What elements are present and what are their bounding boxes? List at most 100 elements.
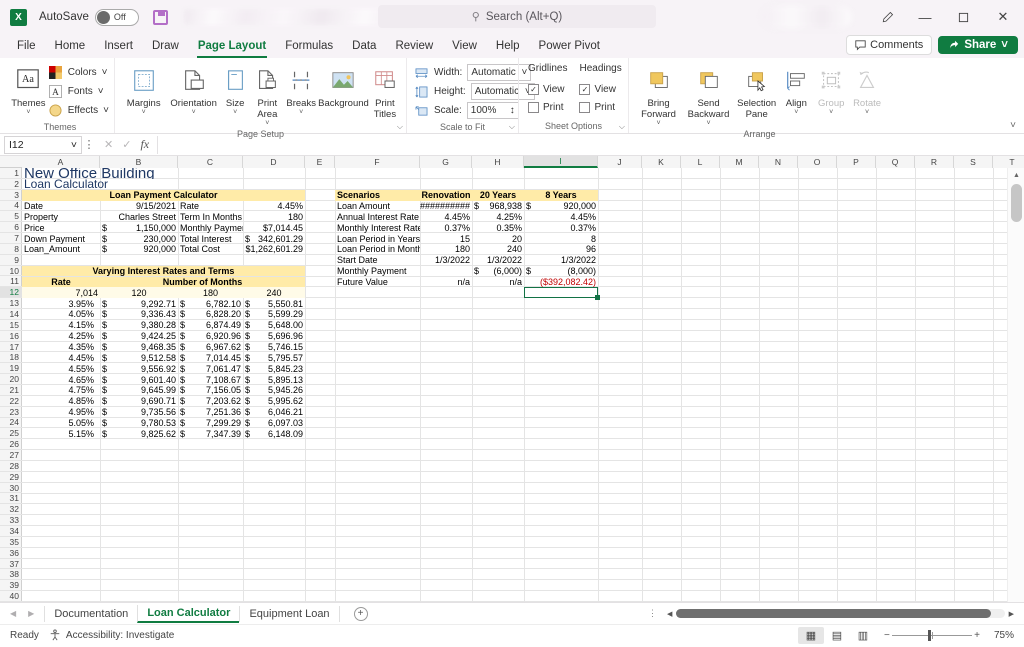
vertical-scroll-thumb[interactable] xyxy=(1011,184,1022,222)
headings-view-checkbox[interactable]: ✓ View xyxy=(579,80,621,98)
scenario-c3-3[interactable]: 8 xyxy=(524,233,598,244)
varying-value-6-2[interactable]: 7,061.47 xyxy=(178,363,243,374)
scroll-left-icon[interactable]: ◀ xyxy=(663,610,676,618)
scenario-c1-5[interactable]: 1/3/2022 xyxy=(420,255,472,266)
scenario-c2-7[interactable]: n/a xyxy=(472,277,524,288)
varying-value-2-1[interactable]: 9,380.28 xyxy=(100,320,178,331)
varying-value-6-3[interactable]: 5,845.23 xyxy=(243,363,305,374)
width-setting[interactable]: Width: Automatic ˅ xyxy=(412,63,532,82)
scenarios-header[interactable]: Scenarios xyxy=(335,189,420,201)
varying-month-header-120[interactable]: 120 xyxy=(100,287,178,299)
tab-data[interactable]: Data xyxy=(343,38,385,55)
orientation-button[interactable]: Orientation ˅ xyxy=(167,62,220,116)
scenario-c1-0[interactable]: ########## xyxy=(420,201,472,212)
varying-value-5-2[interactable]: 7,014.45 xyxy=(178,352,243,363)
loan-value2-1[interactable]: 180 xyxy=(243,211,305,222)
loan-value2-0[interactable]: 4.45% xyxy=(243,201,305,212)
sheet-options-dialog-launcher[interactable]: ⌵ xyxy=(619,122,625,132)
row-header-39[interactable]: 39 xyxy=(0,580,22,592)
scenario-c1-4[interactable]: 180 xyxy=(420,244,472,255)
tab-home[interactable]: Home xyxy=(46,38,95,55)
row-header-4[interactable]: 4 xyxy=(0,200,22,212)
cell-varying-header[interactable]: Varying Interest Rates and Terms xyxy=(22,265,305,277)
loan-value-3[interactable]: 230,000 xyxy=(100,233,178,244)
row-header-22[interactable]: 22 xyxy=(0,396,22,407)
zoom-slider[interactable]: − + xyxy=(884,627,980,644)
page-setup-dialog-launcher[interactable]: ⌵ xyxy=(397,122,403,132)
row-header-30[interactable]: 30 xyxy=(0,483,22,494)
varying-month-header-240[interactable]: 240 xyxy=(243,287,305,299)
varying-value-0-1[interactable]: 9,292.71 xyxy=(100,298,178,309)
column-header-h[interactable]: H xyxy=(472,156,524,168)
varying-value-4-3[interactable]: 5,746.15 xyxy=(243,342,305,353)
scenario-c2-4[interactable]: 240 xyxy=(472,244,524,255)
column-header-e[interactable]: E xyxy=(305,156,335,168)
scale-to-fit-dialog-launcher[interactable]: ⌵ xyxy=(509,122,515,132)
scenario-c1-1[interactable]: 4.45% xyxy=(420,211,472,222)
row-header-36[interactable]: 36 xyxy=(0,548,22,559)
row-header-31[interactable]: 31 xyxy=(0,493,22,505)
name-box[interactable]: I12 ˅ xyxy=(4,135,82,154)
varying-value-9-3[interactable]: 5,995.62 xyxy=(243,396,305,407)
varying-rate-7[interactable]: 4.65% xyxy=(22,374,96,385)
row-header-23[interactable]: 23 xyxy=(0,407,22,418)
varying-value-8-1[interactable]: 9,645.99 xyxy=(100,385,178,396)
varying-rate-12[interactable]: 5.15% xyxy=(22,428,96,439)
scenario-c2-5[interactable]: 1/3/2022 xyxy=(472,255,524,266)
row-header-19[interactable]: 19 xyxy=(0,363,22,375)
cell-a2-subtitle[interactable]: Loan Calculator xyxy=(22,179,222,190)
tab-insert[interactable]: Insert xyxy=(95,38,142,55)
scroll-right-icon[interactable]: ▶ xyxy=(1005,610,1018,618)
varying-value-10-1[interactable]: 9,735.56 xyxy=(100,407,178,418)
print-titles-button[interactable]: Print Titles xyxy=(369,62,401,120)
varying-rate-6[interactable]: 4.55% xyxy=(22,363,96,374)
page-layout-view-button[interactable]: ▤ xyxy=(824,627,850,644)
horizontal-scroll-thumb[interactable] xyxy=(676,609,992,618)
scenario-c3-7[interactable]: ($392,082.42) xyxy=(524,277,598,288)
vertical-dots-icon[interactable]: ⋮ xyxy=(648,608,657,619)
loan-value2-4[interactable]: $1,262,601.29 xyxy=(243,244,305,255)
gridlines-print-checkbox[interactable]: Print xyxy=(528,98,567,116)
scale-setting[interactable]: Scale: 100% ↕ xyxy=(412,101,519,120)
tab-power-pivot[interactable]: Power Pivot xyxy=(530,38,609,55)
varying-value-11-1[interactable]: 9,780.53 xyxy=(100,418,178,429)
loan-label-4[interactable]: Loan_Amount xyxy=(22,244,100,255)
next-sheet-icon[interactable]: ▶ xyxy=(28,609,34,618)
size-button[interactable]: Size ˅ xyxy=(220,62,250,116)
breaks-button[interactable]: Breaks ˅ xyxy=(284,62,318,116)
scenarios-col-header-2[interactable]: 8 Years xyxy=(524,189,598,201)
column-header-b[interactable]: B xyxy=(100,156,178,168)
column-header-q[interactable]: Q xyxy=(876,156,915,168)
varying-rate-1[interactable]: 4.05% xyxy=(22,309,96,320)
varying-rate-5[interactable]: 4.45% xyxy=(22,352,96,363)
row-header-32[interactable]: 32 xyxy=(0,504,22,516)
headings-print-checkbox[interactable]: Print xyxy=(579,98,621,116)
ribbon-collapse-icon[interactable]: ˅ xyxy=(1010,120,1016,131)
column-header-l[interactable]: L xyxy=(681,156,720,168)
column-header-t[interactable]: T xyxy=(993,156,1024,168)
varying-value-1-3[interactable]: 5,599.29 xyxy=(243,309,305,320)
tab-page-layout[interactable]: Page Layout xyxy=(189,38,275,58)
cell-varying-subheader-rate[interactable]: Rate xyxy=(22,276,100,288)
row-header-6[interactable]: 6 xyxy=(0,222,22,234)
comments-button[interactable]: Comments xyxy=(846,35,933,55)
row-header-24[interactable]: 24 xyxy=(0,417,22,429)
varying-value-7-3[interactable]: 5,895.13 xyxy=(243,374,305,385)
sheet-tab-loan-calculator[interactable]: Loan Calculator xyxy=(137,604,240,623)
tab-draw[interactable]: Draw xyxy=(143,38,188,55)
row-header-26[interactable]: 26 xyxy=(0,439,22,451)
accessibility-button[interactable]: Accessibility: Investigate xyxy=(39,629,174,641)
varying-value-2-3[interactable]: 5,648.00 xyxy=(243,320,305,331)
zoom-handle[interactable] xyxy=(928,630,931,641)
row-header-25[interactable]: 25 xyxy=(0,428,22,440)
varying-rate-8[interactable]: 4.75% xyxy=(22,385,96,396)
varying-rate-0[interactable]: 3.95% xyxy=(22,298,96,309)
row-header-37[interactable]: 37 xyxy=(0,559,22,570)
row-header-7[interactable]: 7 xyxy=(0,233,22,244)
loan-value-4[interactable]: 920,000 xyxy=(100,244,178,255)
minimize-button[interactable]: — xyxy=(906,2,944,32)
theme-colors-button[interactable]: Colors ˅ xyxy=(46,63,109,82)
scenario-label-7[interactable]: Future Value xyxy=(335,277,420,288)
row-header-11[interactable]: 11 xyxy=(0,276,22,288)
varying-value-11-3[interactable]: 6,097.03 xyxy=(243,418,305,429)
